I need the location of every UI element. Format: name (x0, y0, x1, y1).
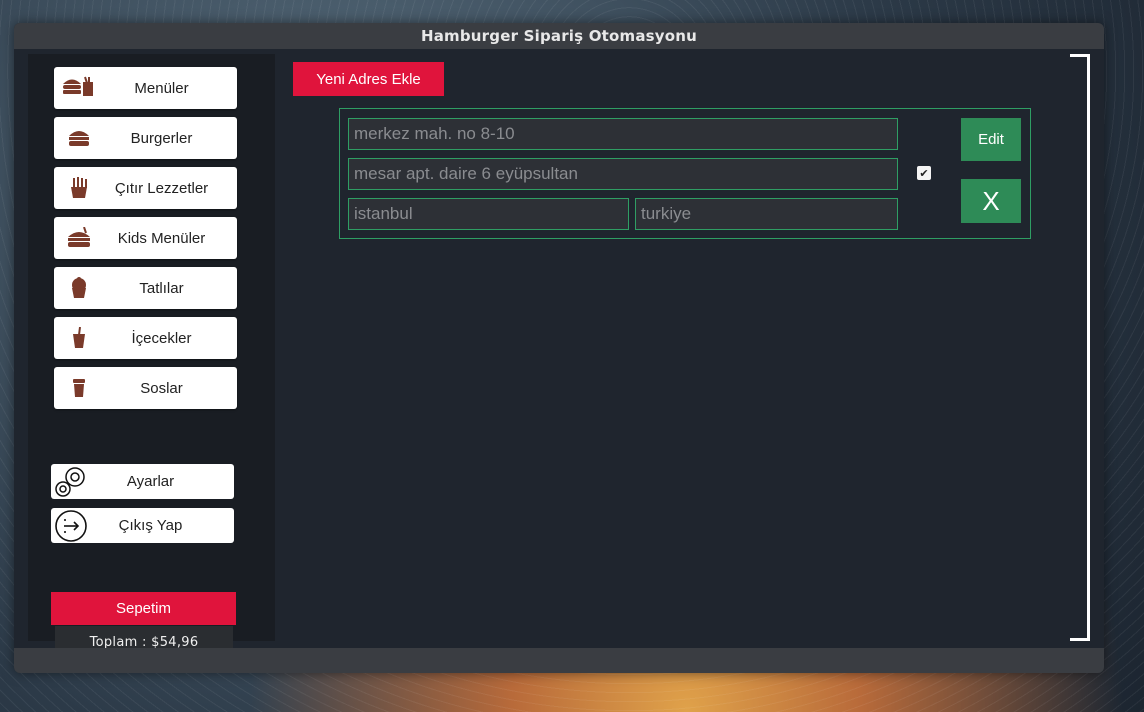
window-bottom-bar (14, 648, 1104, 673)
drink-cup-icon (54, 327, 104, 349)
sidebar: Menüler Burgerler Çıtır Lezzetler Kids M… (28, 54, 275, 658)
settings-label: Ayarlar (126, 473, 175, 490)
app-window: Hamburger Sipariş Otomasyonu Menüler Bur… (14, 23, 1104, 673)
sidebar-item-label: Tatlılar (139, 279, 184, 297)
logout-label: Çıkış Yap (118, 517, 183, 534)
gear-icon (51, 465, 91, 499)
cart-button[interactable]: Sepetim (51, 592, 236, 625)
address-line2-field[interactable]: mesar apt. daire 6 eyüpsultan (348, 158, 898, 190)
sidebar-item-icecekler[interactable]: İçecekler (54, 317, 237, 359)
sauce-cup-icon (54, 378, 104, 398)
cupcake-icon (54, 277, 104, 299)
country-field[interactable]: turkiye (635, 198, 898, 230)
window-title: Hamburger Sipariş Otomasyonu (14, 23, 1104, 49)
sidebar-item-label: Soslar (140, 379, 183, 397)
fries-icon (54, 177, 104, 199)
sidebar-item-citir-lezzetler[interactable]: Çıtır Lezzetler (54, 167, 237, 209)
sidebar-item-label: Çıtır Lezzetler (114, 179, 209, 197)
sidebar-item-label: Menüler (134, 79, 189, 97)
sidebar-item-label: İçecekler (131, 329, 192, 347)
right-frame-bracket (1070, 54, 1090, 641)
sidebar-item-label: Burgerler (130, 129, 193, 147)
settings-button[interactable]: Ayarlar (51, 464, 234, 499)
address-card: merkez mah. no 8-10 mesar apt. daire 6 e… (339, 108, 1031, 239)
address-select-checkbox[interactable]: ✔ (917, 166, 931, 180)
burger-meal-icon (54, 75, 104, 101)
add-address-button[interactable]: Yeni Adres Ekle (293, 62, 444, 96)
edit-address-button[interactable]: Edit (961, 118, 1021, 161)
logout-icon (51, 509, 91, 543)
sidebar-item-label: Kids Menüler (117, 229, 206, 247)
sidebar-item-kids-menuler[interactable]: Kids Menüler (54, 217, 237, 259)
sidebar-item-burgerler[interactable]: Burgerler (54, 117, 237, 159)
kids-meal-icon (54, 227, 104, 249)
burger-icon (54, 128, 104, 148)
city-field[interactable]: istanbul (348, 198, 629, 230)
sidebar-item-soslar[interactable]: Soslar (54, 367, 237, 409)
logout-button[interactable]: Çıkış Yap (51, 508, 234, 543)
delete-address-button[interactable]: X (961, 179, 1021, 223)
address-line1-field[interactable]: merkez mah. no 8-10 (348, 118, 898, 150)
sidebar-item-menuler[interactable]: Menüler (54, 67, 237, 109)
sidebar-item-tatlilar[interactable]: Tatlılar (54, 267, 237, 309)
